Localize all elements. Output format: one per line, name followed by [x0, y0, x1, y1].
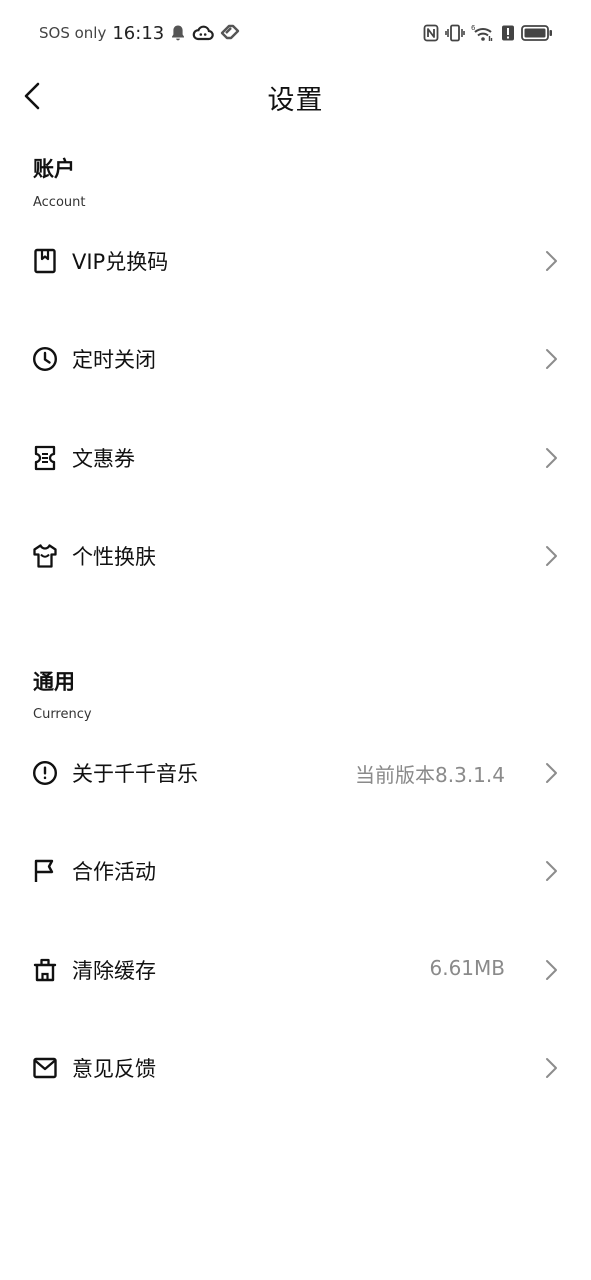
section-subtitle-general: Currency	[33, 707, 92, 722]
chevron-right-icon	[541, 958, 561, 982]
chevron-right-icon	[541, 249, 561, 273]
settings-item-cooperation[interactable]: 合作活动	[0, 841, 591, 901]
status-right: 6	[417, 20, 553, 46]
settings-item-label: 意见反馈	[72, 1057, 156, 1081]
wifi-icon: 6	[471, 22, 495, 44]
section-title-account: 账户	[33, 157, 75, 181]
section-subtitle-account: Account	[33, 195, 86, 210]
settings-item-label: 个性换肤	[72, 545, 156, 569]
chevron-right-icon	[541, 1056, 561, 1080]
info-icon	[31, 759, 59, 787]
settings-item-label: 定时关闭	[72, 348, 156, 372]
settings-item-label: 合作活动	[72, 860, 156, 884]
settings-item-label: 关于千千音乐	[72, 762, 198, 786]
battery-icon	[521, 22, 553, 44]
heart-tag-icon	[220, 22, 240, 44]
chevron-right-icon	[541, 761, 561, 785]
chevron-right-icon	[541, 544, 561, 568]
clock: 16:13	[112, 22, 165, 44]
chevron-right-icon	[541, 347, 561, 371]
flag-icon	[31, 857, 59, 885]
chevron-right-icon	[541, 859, 561, 883]
cloud-icon	[192, 22, 215, 44]
settings-item-about[interactable]: 关于千千音乐 当前版本8.3.1.4	[0, 743, 591, 803]
settings-item-label: VIP兑换码	[72, 250, 169, 274]
trash-icon	[31, 956, 59, 984]
settings-item-label: 清除缓存	[72, 959, 156, 983]
settings-item-feedback[interactable]: 意见反馈	[0, 1038, 591, 1098]
bookmark-icon	[31, 247, 59, 275]
shirt-icon	[31, 542, 59, 570]
page-title: 设置	[267, 85, 324, 116]
network-status: SOS only	[39, 24, 107, 42]
vibrate-icon	[445, 22, 465, 44]
status-left: SOS only 16:13	[39, 20, 246, 46]
nfc-icon	[423, 22, 439, 44]
header: 设置	[0, 66, 591, 128]
alert-icon	[501, 22, 515, 44]
cache-size-value: 6.61MB	[429, 956, 505, 980]
section-title-general: 通用	[33, 670, 75, 694]
version-value: 当前版本8.3.1.4	[355, 763, 505, 787]
mail-icon	[31, 1054, 59, 1082]
settings-item-vip-code[interactable]: VIP兑换码	[0, 231, 591, 291]
clock-icon	[31, 345, 59, 373]
settings-item-label: 文惠券	[72, 447, 135, 471]
bell-icon	[170, 22, 186, 44]
settings-item-skin[interactable]: 个性换肤	[0, 526, 591, 586]
settings-item-timer-close[interactable]: 定时关闭	[0, 329, 591, 389]
status-bar: SOS only 16:13 6	[0, 0, 591, 66]
chevron-right-icon	[541, 446, 561, 470]
settings-item-clear-cache[interactable]: 清除缓存 6.61MB	[0, 940, 591, 1000]
ticket-icon	[31, 444, 59, 472]
settings-item-coupon[interactable]: 文惠券	[0, 428, 591, 488]
